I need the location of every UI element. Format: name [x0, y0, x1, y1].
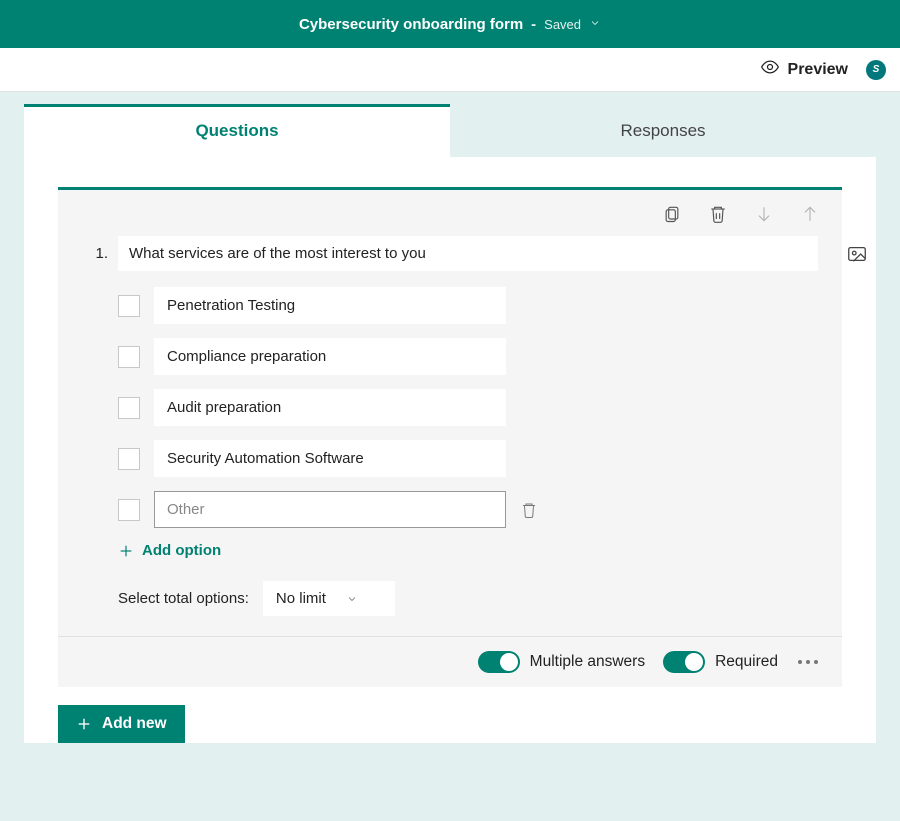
checkbox-icon: [118, 499, 140, 521]
option-row: Penetration Testing: [118, 287, 818, 324]
question-row: 1. What services are of the most interes…: [58, 230, 842, 287]
add-option-button[interactable]: Add option: [118, 542, 818, 559]
options-list: Penetration Testing Compliance preparati…: [58, 287, 842, 636]
checkbox-icon: [118, 295, 140, 317]
preview-button[interactable]: Preview: [760, 57, 848, 82]
insert-media-icon[interactable]: [846, 243, 868, 265]
more-options-icon[interactable]: [796, 656, 820, 668]
trash-icon[interactable]: [708, 204, 728, 224]
plus-icon: [76, 716, 92, 732]
checkbox-icon: [118, 346, 140, 368]
question-text-input[interactable]: What services are of the most interest t…: [118, 236, 818, 271]
avatar[interactable]: S: [866, 60, 886, 80]
eye-icon: [760, 57, 780, 82]
add-new-label: Add new: [102, 715, 167, 733]
multiple-answers-label: Multiple answers: [530, 653, 645, 671]
question-toolbar: [58, 190, 842, 230]
select-total-row: Select total options: No limit: [118, 577, 818, 636]
tab-questions[interactable]: Questions: [24, 104, 450, 157]
option-row: Security Automation Software: [118, 440, 818, 477]
option-row: Compliance preparation: [118, 338, 818, 375]
add-option-label: Add option: [142, 542, 221, 559]
add-new-question-button[interactable]: Add new: [58, 705, 185, 743]
top-toolbar: Preview S: [0, 48, 900, 92]
question-card: 1. What services are of the most interes…: [58, 187, 842, 687]
copy-icon[interactable]: [662, 204, 682, 224]
plus-icon: [118, 543, 134, 559]
form-title: Cybersecurity onboarding form: [299, 16, 523, 33]
question-number: 1.: [82, 245, 108, 262]
multiple-answers-toggle-group: Multiple answers: [478, 651, 645, 673]
chevron-down-icon: [346, 593, 358, 605]
move-down-icon[interactable]: [754, 204, 774, 224]
save-status: Saved: [544, 17, 581, 32]
form-body: 1. What services are of the most interes…: [24, 157, 876, 743]
delete-option-icon[interactable]: [520, 501, 538, 519]
title-bar: Cybersecurity onboarding form - Saved: [0, 0, 900, 48]
option-input-editing[interactable]: Other: [154, 491, 506, 528]
chevron-down-icon[interactable]: [589, 16, 601, 33]
select-total-label: Select total options:: [118, 590, 249, 607]
question-footer: Multiple answers Required: [58, 636, 842, 687]
title-separator: -: [531, 16, 536, 33]
required-toggle-group: Required: [663, 651, 778, 673]
checkbox-icon: [118, 397, 140, 419]
required-toggle[interactable]: [663, 651, 705, 673]
option-input[interactable]: Audit preparation: [154, 389, 506, 426]
multiple-answers-toggle[interactable]: [478, 651, 520, 673]
move-up-icon[interactable]: [800, 204, 820, 224]
option-row: Other: [118, 491, 818, 528]
select-total-dropdown[interactable]: No limit: [263, 581, 395, 616]
tab-responses[interactable]: Responses: [450, 104, 876, 157]
select-total-value: No limit: [276, 590, 326, 607]
option-input[interactable]: Compliance preparation: [154, 338, 506, 375]
checkbox-icon: [118, 448, 140, 470]
option-input[interactable]: Security Automation Software: [154, 440, 506, 477]
option-row: Audit preparation: [118, 389, 818, 426]
required-label: Required: [715, 653, 778, 671]
option-input[interactable]: Penetration Testing: [154, 287, 506, 324]
preview-label: Preview: [788, 61, 848, 79]
tab-bar: Questions Responses: [24, 104, 876, 157]
